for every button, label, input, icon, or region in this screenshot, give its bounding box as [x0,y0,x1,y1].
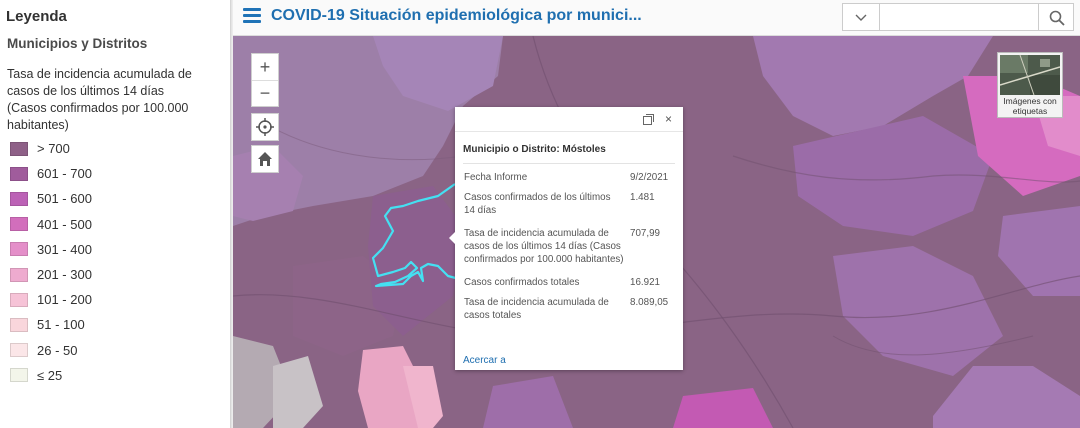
app-header: COVID-19 Situación epidemiológica por mu… [233,0,1080,36]
attribute-row: Tasa de incidencia acumulada de casos to… [464,296,676,322]
divider [463,163,675,164]
app-title: COVID-19 Situación epidemiológica por mu… [271,7,642,24]
legend-item: 201 - 300 [10,262,92,287]
attribute-key: Casos confirmados totales [464,277,580,288]
map-view[interactable]: + − Imágenes con etiquetas × Municipio o… [233,36,1080,428]
legend-label: > 700 [37,141,70,157]
attribute-value: 1.481 [630,192,655,203]
search-source-dropdown[interactable] [842,3,880,31]
legend-item: 101 - 200 [10,287,92,312]
legend-item: 51 - 100 [10,312,92,337]
attribute-value: 16.921 [630,277,660,288]
legend-list: > 700 601 - 700 501 - 600 401 - 500 301 … [10,136,92,388]
legend-swatch [10,292,28,307]
legend-swatch [10,317,28,332]
home-icon [258,152,272,166]
maximize-icon[interactable] [643,114,654,125]
attribute-row: Tasa de incidencia acumulada de casos de… [464,227,676,266]
legend-description: Tasa de incidencia acumulada de casos de… [7,67,192,132]
legend-label: 301 - 400 [37,241,92,257]
popup-pointer [449,231,456,245]
popup-header: × [455,107,683,132]
attribute-row: Casos confirmados de los últimos 14 días… [464,191,676,217]
legend-label: 101 - 200 [37,292,92,308]
legend-item: 301 - 400 [10,237,92,262]
hamburger-menu-icon[interactable] [243,8,261,26]
legend-item: 501 - 600 [10,186,92,211]
search-icon [1049,10,1065,26]
legend-item: 26 - 50 [10,338,92,363]
legend-label: 501 - 600 [37,191,92,207]
basemap-label: Imágenes con etiquetas [1003,96,1057,116]
attribute-row: Fecha Informe 9/2/2021 [464,171,676,184]
popup-title: Municipio o Distrito: Móstoles [463,144,606,155]
popup-attributes: Fecha Informe 9/2/2021 Casos confirmados … [464,171,676,322]
attribute-key: Tasa de incidencia acumulada de casos de… [464,228,624,265]
zoom-controls: + − [251,53,279,107]
legend-item: 601 - 700 [10,161,92,186]
legend-swatch [10,343,28,358]
search-input[interactable] [879,3,1039,31]
legend-layer-title: Municipios y Distritos [7,36,148,51]
zoom-in-button[interactable]: + [252,54,278,80]
home-button[interactable] [251,145,279,173]
chevron-down-icon [855,14,867,21]
basemap-thumbnail [1000,55,1060,95]
attribute-value: 9/2/2021 [630,172,669,183]
legend-swatch [10,267,28,282]
legend-title: Leyenda [6,8,67,25]
attribute-key: Tasa de incidencia acumulada de casos to… [464,297,609,321]
legend-item: > 700 [10,136,92,161]
attribute-key: Casos confirmados de los últimos 14 días [464,192,611,216]
legend-item: ≤ 25 [10,363,92,388]
legend-label: 51 - 100 [37,317,85,333]
zoom-out-button[interactable]: − [252,80,278,106]
basemap-toggle[interactable]: Imágenes con etiquetas [997,52,1063,118]
attribute-value: 8.089,05 [630,297,669,308]
legend-swatch [10,217,28,232]
attribute-value: 707,99 [630,228,660,239]
legend-swatch [10,141,28,156]
legend-swatch [10,368,28,383]
legend-label: 26 - 50 [37,342,78,358]
zoom-to-link[interactable]: Acercar a [463,355,506,366]
attribute-key: Fecha Informe [464,172,528,183]
legend-swatch [10,191,28,206]
legend-label: 601 - 700 [37,166,92,182]
attribute-row: Casos confirmados totales 16.921 [464,276,676,289]
feature-popup: × Municipio o Distrito: Móstoles Fecha I… [455,107,683,370]
legend-swatch [10,242,28,257]
close-button[interactable]: × [665,112,672,126]
search-button[interactable] [1038,3,1074,31]
legend-label: 201 - 300 [37,267,92,283]
legend-label: 401 - 500 [37,216,92,232]
legend-item: 401 - 500 [10,212,92,237]
legend-panel: Leyenda Municipios y Distritos Tasa de i… [0,0,231,428]
crosshair-icon [256,118,274,136]
legend-label: ≤ 25 [37,367,63,383]
legend-swatch [10,166,28,181]
locate-button[interactable] [251,113,279,141]
